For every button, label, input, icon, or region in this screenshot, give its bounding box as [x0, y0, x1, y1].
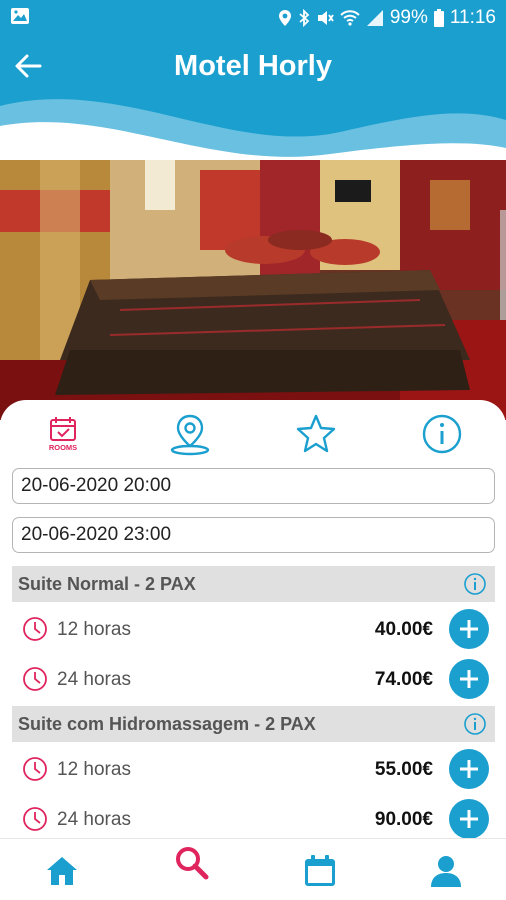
info-icon: [464, 713, 486, 735]
home-icon: [47, 857, 77, 885]
clock-icon: [22, 756, 48, 787]
location-icon: [278, 9, 292, 27]
duration-label: 12 horas: [57, 759, 131, 780]
plus-icon: [460, 760, 478, 778]
price-option-row: 12 horas 40.00€: [12, 606, 495, 652]
info-icon: [464, 573, 486, 595]
add-button[interactable]: [449, 749, 489, 789]
search-icon: [176, 847, 209, 880]
price-label: 40.00€: [374, 619, 433, 640]
clock-icon: [22, 616, 48, 647]
room-info-button[interactable]: [463, 572, 487, 601]
duration-label: 12 horas: [57, 619, 131, 640]
add-button[interactable]: [449, 659, 489, 699]
info-icon: [422, 414, 462, 454]
status-bar: 99% 11:16: [0, 0, 506, 36]
price-option-row: 24 horas 74.00€: [12, 656, 495, 702]
tab-location[interactable]: [168, 412, 212, 456]
checkin-datetime-field[interactable]: 20-06-2020 20:00: [12, 468, 495, 504]
star-icon: [296, 414, 336, 453]
gallery-notification-icon: [10, 7, 30, 30]
bluetooth-icon: [298, 9, 310, 27]
room-type-header: Suite com Hidromassagem - 2 PAX: [12, 706, 495, 742]
checkout-datetime-field[interactable]: 20-06-2020 23:00: [12, 517, 495, 553]
room-type-name: Suite Normal - 2 PAX: [18, 573, 196, 594]
hero-image[interactable]: [0, 160, 506, 420]
nav-search[interactable]: [170, 841, 214, 885]
booking-panel: ROOMS 20-06-2020 20:00 20-06-2020 23:00: [0, 400, 506, 840]
mute-icon: [316, 9, 334, 27]
user-icon: [431, 856, 461, 887]
nav-profile[interactable]: [424, 849, 468, 893]
app-header: Motel Horly: [0, 36, 506, 176]
room-info-button[interactable]: [463, 712, 487, 741]
clock-icon: [22, 806, 48, 837]
tab-info[interactable]: [420, 412, 464, 456]
wifi-icon: [340, 9, 360, 27]
clock-icon: [22, 666, 48, 697]
plus-icon: [460, 620, 478, 638]
rooms-tab-label: ROOMS: [49, 443, 77, 452]
signal-icon: [366, 9, 384, 27]
nav-reservations[interactable]: [298, 849, 342, 893]
duration-label: 24 horas: [57, 669, 131, 690]
detail-tabs: ROOMS: [0, 400, 506, 464]
price-option-row: 24 horas 90.00€: [12, 796, 495, 840]
price-label: 74.00€: [374, 669, 433, 690]
room-type-header: Suite Normal - 2 PAX: [12, 566, 495, 602]
duration-label: 24 horas: [57, 809, 131, 830]
price-label: 90.00€: [374, 809, 433, 830]
tab-reviews[interactable]: [294, 412, 338, 456]
room-type-name: Suite com Hidromassagem - 2 PAX: [18, 713, 316, 734]
plus-icon: [460, 670, 478, 688]
plus-icon: [460, 810, 478, 828]
location-pin-icon: [170, 414, 210, 456]
calendar-rooms-icon: ROOMS: [49, 417, 77, 452]
calendar-icon: [305, 855, 335, 886]
battery-icon: [433, 9, 444, 27]
page-title: Motel Horly: [174, 50, 332, 82]
clock-time: 11:16: [449, 7, 496, 28]
bottom-navigation: [0, 838, 506, 900]
price-option-row: 12 horas 55.00€: [12, 746, 495, 792]
add-button[interactable]: [449, 799, 489, 839]
price-label: 55.00€: [374, 759, 433, 780]
add-button[interactable]: [449, 609, 489, 649]
nav-home[interactable]: [40, 849, 84, 893]
battery-level: 99%: [389, 7, 428, 28]
tab-rooms[interactable]: ROOMS: [42, 412, 86, 456]
